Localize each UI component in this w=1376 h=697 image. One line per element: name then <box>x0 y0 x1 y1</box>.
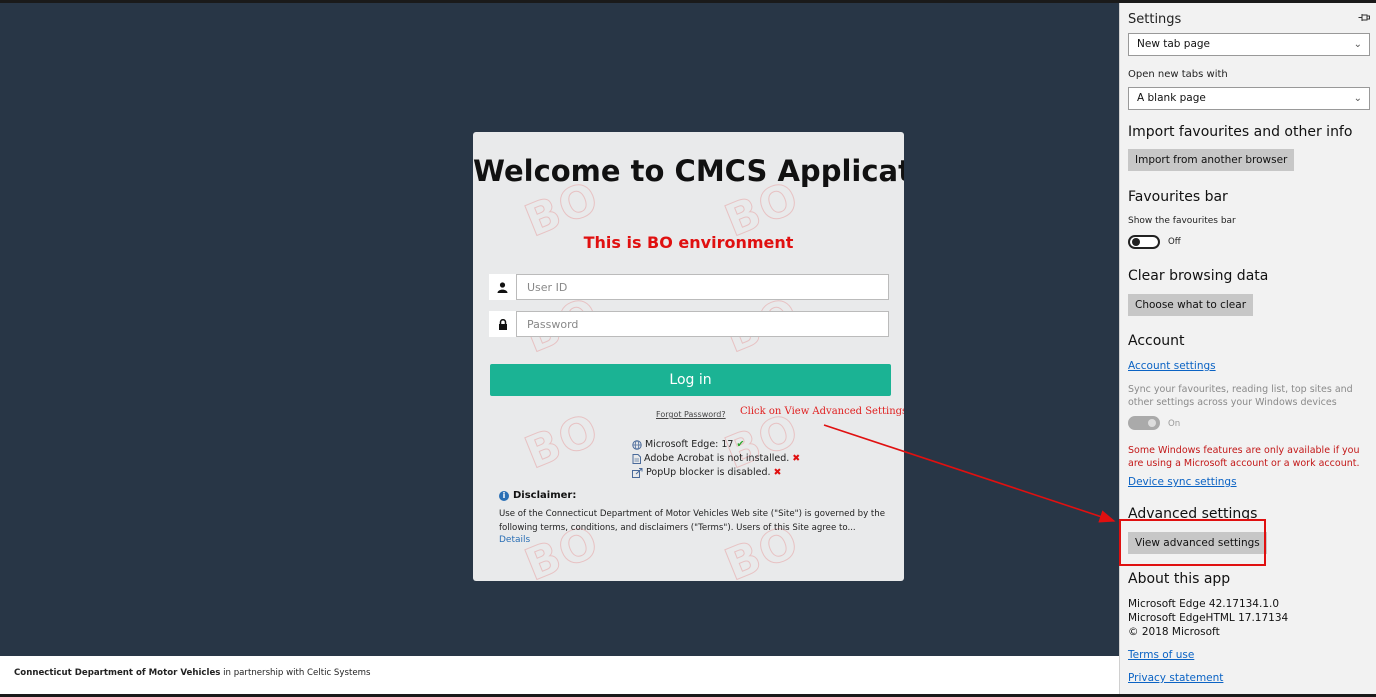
open-with-select[interactable]: New tab page ⌄ <box>1128 33 1370 56</box>
clear-data-button[interactable]: Choose what to clear <box>1128 294 1254 316</box>
clear-data-heading: Clear browsing data <box>1128 268 1269 284</box>
external-link-icon <box>632 468 643 478</box>
toggle-knob <box>1148 419 1156 427</box>
copyright: © 2018 Microsoft <box>1128 626 1220 638</box>
annotation-note: Click on View Advanced Settings <box>740 406 904 417</box>
new-tabs-select[interactable]: A blank page ⌄ <box>1128 87 1370 110</box>
footer-partner: in partnership with Celtic Systems <box>223 668 371 678</box>
check-text: PopUp blocker is disabled. <box>646 467 771 478</box>
sync-description: Sync your favourites, reading list, top … <box>1128 384 1353 408</box>
chevron-down-icon: ⌄ <box>1353 39 1362 50</box>
globe-icon <box>632 440 642 450</box>
toggle-knob <box>1132 238 1140 246</box>
forgot-password-link[interactable]: Forgot Password? <box>656 410 726 419</box>
check-fail-icon: ✖ <box>773 467 782 478</box>
open-with-value: New tab page <box>1137 38 1211 50</box>
details-link[interactable]: Details <box>499 535 530 545</box>
favourites-bar-label: Show the favourites bar <box>1128 216 1236 226</box>
page-title: Welcome to CMCS Application <box>473 154 904 188</box>
environment-label: This is BO environment <box>583 233 794 252</box>
login-card: BO BO BO BO BO BO BO BO Welcome to CMCS … <box>473 132 904 581</box>
userid-input[interactable] <box>516 274 889 300</box>
new-tabs-label: Open new tabs with <box>1128 69 1228 80</box>
account-warning: Some Windows features are only available… <box>1128 445 1360 469</box>
favourites-bar-heading: Favourites bar <box>1128 189 1228 205</box>
password-row <box>489 311 889 337</box>
document-icon <box>632 454 641 464</box>
footer: Connecticut Department of Motor Vehicles… <box>0 656 1119 694</box>
watermark: BO <box>518 403 608 480</box>
sync-toggle[interactable] <box>1128 416 1160 430</box>
settings-panel: Settings New tab page ⌄ Open new tabs wi… <box>1119 3 1376 694</box>
edge-version: Microsoft Edge 42.17134.1.0 <box>1128 598 1280 610</box>
check-text: Adobe Acrobat is not installed. <box>644 453 790 464</box>
info-icon: i <box>499 490 509 501</box>
check-text: Microsoft Edge: 17 <box>645 439 734 450</box>
check-acrobat: Adobe Acrobat is not installed. ✖ <box>632 452 800 466</box>
disclaimer-heading-text: Disclaimer: <box>513 490 577 501</box>
import-button[interactable]: Import from another browser <box>1128 149 1295 171</box>
userid-row <box>489 274 889 300</box>
privacy-link[interactable]: Privacy statement <box>1128 672 1223 684</box>
sync-state: On <box>1168 419 1181 429</box>
annotation-highlight-box <box>1119 519 1266 566</box>
footer-org: Connecticut Department of Motor Vehicles <box>14 668 221 678</box>
terms-link[interactable]: Terms of use <box>1128 649 1194 661</box>
check-fail-icon: ✖ <box>792 453 801 464</box>
account-settings-link[interactable]: Account settings <box>1128 360 1216 372</box>
account-heading: Account <box>1128 333 1185 349</box>
about-heading: About this app <box>1128 571 1231 587</box>
footer-text: Connecticut Department of Motor Vehicles… <box>14 668 370 678</box>
settings-title: Settings <box>1128 12 1182 27</box>
import-heading: Import favourites and other info <box>1128 124 1353 140</box>
user-icon <box>489 274 516 300</box>
app-background: BO BO BO BO BO BO BO BO Welcome to CMCS … <box>0 3 1119 656</box>
check-ok-icon: ✔ <box>736 439 745 450</box>
password-input[interactable] <box>516 311 889 337</box>
favourites-bar-state: Off <box>1168 237 1181 247</box>
pin-icon[interactable] <box>1358 12 1370 25</box>
chevron-down-icon: ⌄ <box>1353 93 1362 104</box>
new-tabs-value: A blank page <box>1137 92 1206 104</box>
lock-icon <box>489 311 516 337</box>
edgehtml-version: Microsoft EdgeHTML 17.17134 <box>1128 612 1289 624</box>
disclaimer-heading: i Disclaimer: <box>499 490 576 501</box>
check-edge: Microsoft Edge: 17 ✔ <box>632 438 800 452</box>
device-sync-link[interactable]: Device sync settings <box>1128 476 1237 488</box>
about-info: Microsoft Edge 42.17134.1.0 Microsoft Ed… <box>1128 597 1288 639</box>
browser-checks: Microsoft Edge: 17 ✔ Adobe Acrobat is no… <box>632 438 800 480</box>
login-button[interactable]: Log in <box>490 364 891 396</box>
favourites-bar-toggle[interactable] <box>1128 235 1160 249</box>
check-popup: PopUp blocker is disabled. ✖ <box>632 466 800 480</box>
disclaimer-text: Use of the Connecticut Department of Mot… <box>499 509 886 533</box>
